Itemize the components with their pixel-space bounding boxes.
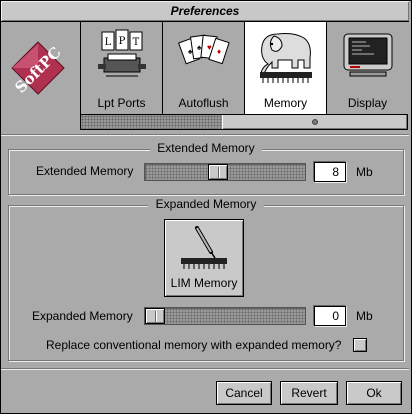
svg-text:♦: ♦ bbox=[217, 47, 221, 56]
expanded-memory-slider[interactable] bbox=[144, 307, 306, 325]
lim-memory-button[interactable]: LIM Memory bbox=[164, 219, 244, 297]
elephant-chip-icon bbox=[254, 28, 318, 86]
svg-text:T: T bbox=[132, 37, 139, 48]
ok-button[interactable]: Ok bbox=[346, 381, 402, 405]
toolbar-label: Autoflush bbox=[178, 96, 229, 110]
extended-memory-field[interactable]: 8 bbox=[314, 162, 346, 182]
separator bbox=[1, 368, 409, 370]
extended-memory-label: Extended Memory bbox=[36, 164, 134, 178]
expanded-memory-title: Expanded Memory bbox=[148, 197, 264, 213]
expanded-memory-slider-knob[interactable] bbox=[145, 308, 165, 324]
lim-memory-label: LIM Memory bbox=[170, 276, 238, 290]
expanded-memory-unit: Mb bbox=[356, 309, 373, 323]
toolbar-label: Memory bbox=[263, 96, 308, 110]
toolbar-item-display[interactable]: Display bbox=[326, 22, 408, 114]
softpc-logo: SoftPC bbox=[10, 40, 66, 97]
toolbar-item-lpt-ports[interactable]: L P T Lpt Ports bbox=[80, 22, 162, 114]
separator bbox=[1, 134, 409, 136]
printer-icon: L P T bbox=[94, 28, 150, 86]
toolbar-label: Display bbox=[347, 96, 388, 110]
replace-conventional-label: Replace conventional memory with expande… bbox=[46, 338, 342, 352]
svg-text:♥: ♥ bbox=[207, 43, 212, 52]
scrollbar-track-pattern bbox=[81, 115, 223, 129]
svg-text:P: P bbox=[118, 36, 125, 47]
cards-icon: ♠ ♠ ♥ ♦ bbox=[176, 28, 232, 86]
cancel-button[interactable]: Cancel bbox=[216, 381, 272, 405]
toolbar-item-autoflush[interactable]: ♠ ♠ ♥ ♦ Autoflush bbox=[162, 22, 244, 114]
extended-memory-title: Extended Memory bbox=[150, 141, 262, 157]
svg-text:L: L bbox=[104, 37, 111, 48]
window-title: Preferences bbox=[1, 1, 409, 22]
toolbar-label: Lpt Ports bbox=[97, 96, 146, 110]
extended-memory-unit: Mb bbox=[356, 165, 373, 179]
scrollbar-dimple bbox=[312, 119, 318, 125]
expanded-memory-label: Expanded Memory bbox=[32, 309, 133, 323]
monitor-icon bbox=[340, 28, 396, 86]
revert-button[interactable]: Revert bbox=[280, 381, 338, 405]
toolbar-item-memory[interactable]: Memory bbox=[244, 22, 326, 114]
chip-probe-icon bbox=[173, 224, 235, 274]
replace-conventional-checkbox[interactable] bbox=[353, 338, 367, 352]
expanded-memory-field[interactable]: 0 bbox=[314, 306, 346, 326]
extended-memory-slider-knob[interactable] bbox=[208, 164, 228, 180]
